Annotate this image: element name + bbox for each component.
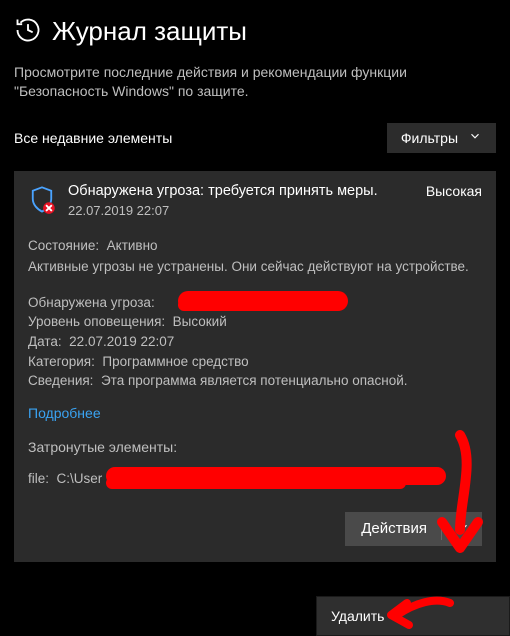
recent-items-label[interactable]: Все недавние элементы xyxy=(14,130,172,146)
shield-alert-icon xyxy=(28,183,58,218)
chevron-down-icon xyxy=(468,129,482,146)
category-line: Категория: Программное средство xyxy=(28,352,482,372)
page-header: Журнал защиты xyxy=(14,16,496,47)
redaction-mark xyxy=(178,299,308,311)
filters-button[interactable]: Фильтры xyxy=(387,123,496,153)
threat-timestamp: 22.07.2019 22:07 xyxy=(68,203,378,218)
filters-label: Фильтры xyxy=(401,130,458,146)
history-icon xyxy=(14,16,42,47)
actions-menu: Удалить xyxy=(316,596,510,636)
status-description: Активные угрозы не устранены. Они сейчас… xyxy=(28,257,482,277)
affected-items-label: Затронутые элементы: xyxy=(28,439,482,455)
more-details-link[interactable]: Подробнее xyxy=(28,405,101,421)
actions-label: Действия xyxy=(361,520,427,537)
alert-level-line: Уровень оповещения: Высокий xyxy=(28,312,482,332)
status-line: Состояние: Активно xyxy=(28,236,482,256)
page-title: Журнал защиты xyxy=(52,16,247,47)
date-line: Дата: 22.07.2019 22:07 xyxy=(28,332,482,352)
threat-card: Обнаружена угроза: требуется принять мер… xyxy=(14,171,496,562)
page-subtitle: Просмотрите последние действия и рекомен… xyxy=(14,63,494,101)
chevron-down-icon xyxy=(456,520,470,538)
delete-menu-item[interactable]: Удалить xyxy=(317,597,509,635)
threat-title: Обнаружена угроза: требуется принять мер… xyxy=(68,183,378,199)
info-line: Сведения: Эта программа является потенци… xyxy=(28,371,482,391)
redaction-mark xyxy=(106,477,406,489)
affected-file-line: file: C:\User xyxy=(28,471,482,486)
severity-badge: Высокая xyxy=(426,183,482,199)
actions-button[interactable]: Действия xyxy=(345,512,482,546)
